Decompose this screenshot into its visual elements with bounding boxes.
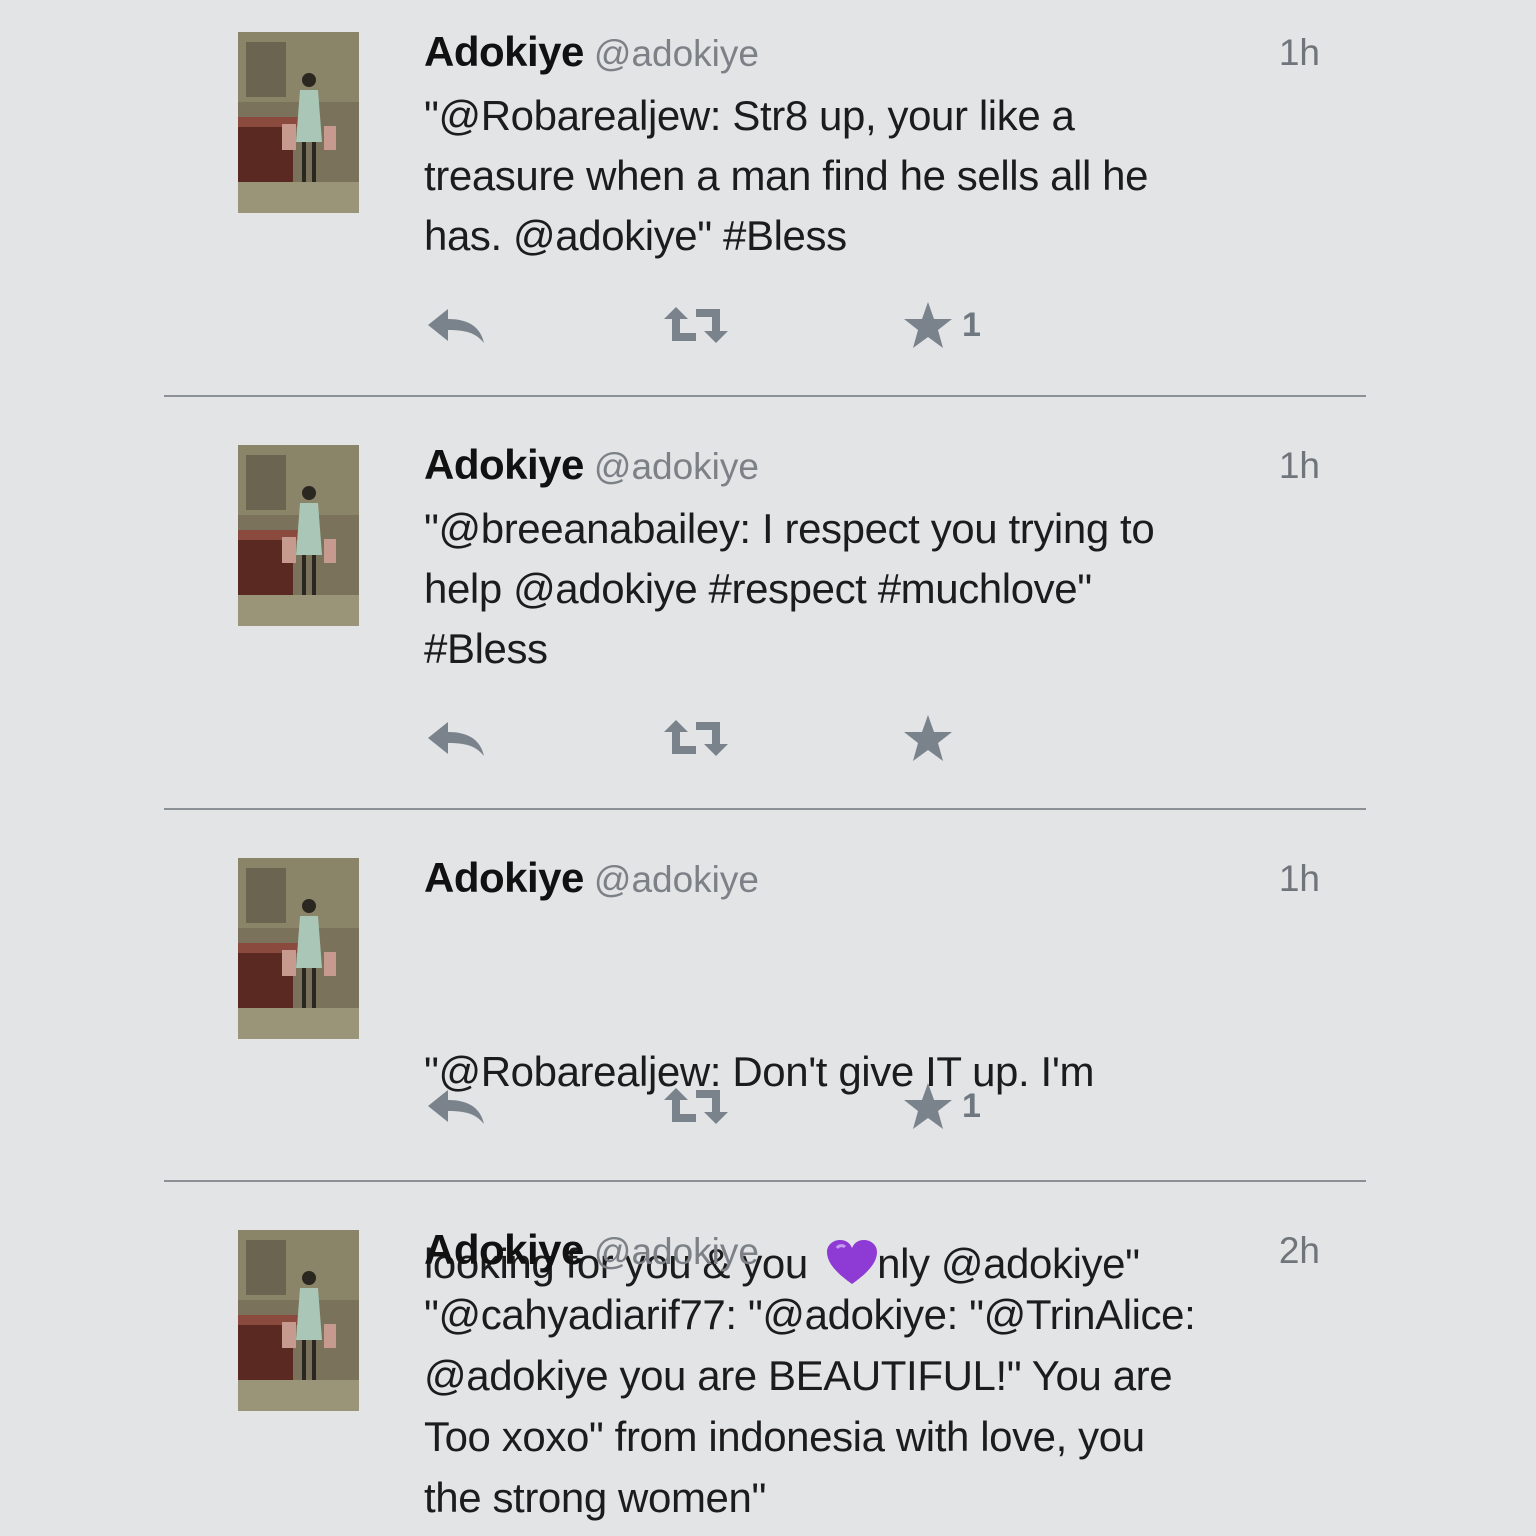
favorite-button[interactable]: 1 [902,1081,981,1131]
tweet-text: "@breeanabailey: I respect you trying to… [424,505,1155,672]
star-icon [904,1083,952,1129]
author-handle[interactable]: @adokiye [594,446,759,487]
avatar[interactable] [238,445,359,626]
tweet-actions [424,713,1044,763]
tweet-header: Adokiye @adokiye 1h [424,28,1320,84]
avatar-photo [238,445,359,626]
reply-icon [428,1090,484,1124]
timestamp[interactable]: 1h [1279,32,1320,74]
tweet-text: "@cahyadiarif77: "@adokiye: "@TrinAlice:… [424,1291,1196,1521]
tweet[interactable]: Adokiye @adokiye 1h "@Robarealjew: Str8 u… [0,0,1536,400]
timestamp[interactable]: 1h [1279,858,1320,900]
tweet[interactable]: Adokiye @adokiye 2h "@cahyadiarif77: "@ad… [0,1198,1536,1536]
tweet[interactable]: Adokiye @adokiye 1h "@Robarealjew: Don't … [0,826,1536,1287]
star-icon [904,302,952,348]
retweet-button[interactable] [660,713,732,763]
retweet-icon [664,307,728,343]
retweet-button[interactable] [660,300,732,350]
reply-button[interactable] [424,1081,486,1131]
timestamp[interactable]: 1h [1279,445,1320,487]
retweet-icon [664,1088,728,1124]
retweet-button[interactable] [660,1081,732,1131]
tweet-divider [164,1180,1366,1182]
tweet-timeline: Adokiye @adokiye 1h "@Robarealjew: Str8 u… [0,0,1536,1536]
avatar-photo [238,32,359,213]
reply-button[interactable] [424,713,486,763]
author-name[interactable]: Adokiye [424,28,584,75]
avatar-photo [238,1230,359,1411]
avatar-photo [238,858,359,1039]
tweet-actions: 1 [424,1081,1044,1131]
star-icon [904,715,952,761]
favorite-count: 1 [962,305,981,344]
tweet-divider [164,395,1366,397]
author-name[interactable]: Adokiye [424,1226,584,1273]
tweet-actions: 1 [424,300,1044,350]
retweet-icon [664,720,728,756]
avatar[interactable] [238,858,359,1039]
tweet-divider [164,808,1366,810]
avatar[interactable] [238,1230,359,1411]
tweet-text: "@Robarealjew: Str8 up, your like a trea… [424,92,1149,259]
author-handle[interactable]: @adokiye [594,1231,759,1272]
author-name[interactable]: Adokiye [424,854,584,901]
author-name[interactable]: Adokiye [424,441,584,488]
favorite-button[interactable] [902,713,962,763]
tweet-header: Adokiye @adokiye 1h [424,854,1320,910]
avatar[interactable] [238,32,359,213]
author-handle[interactable]: @adokiye [594,859,759,900]
timestamp[interactable]: 2h [1279,1230,1320,1272]
tweet-header: Adokiye @adokiye 2h [424,1226,1320,1282]
author-handle[interactable]: @adokiye [594,33,759,74]
reply-button[interactable] [424,300,486,350]
reply-icon [428,309,484,343]
favorite-count: 1 [962,1086,981,1125]
reply-icon [428,722,484,756]
tweet[interactable]: Adokiye @adokiye 1h "@breeanabailey: I re… [0,413,1536,813]
tweet-header: Adokiye @adokiye 1h [424,441,1320,497]
favorite-button[interactable]: 1 [902,300,981,350]
